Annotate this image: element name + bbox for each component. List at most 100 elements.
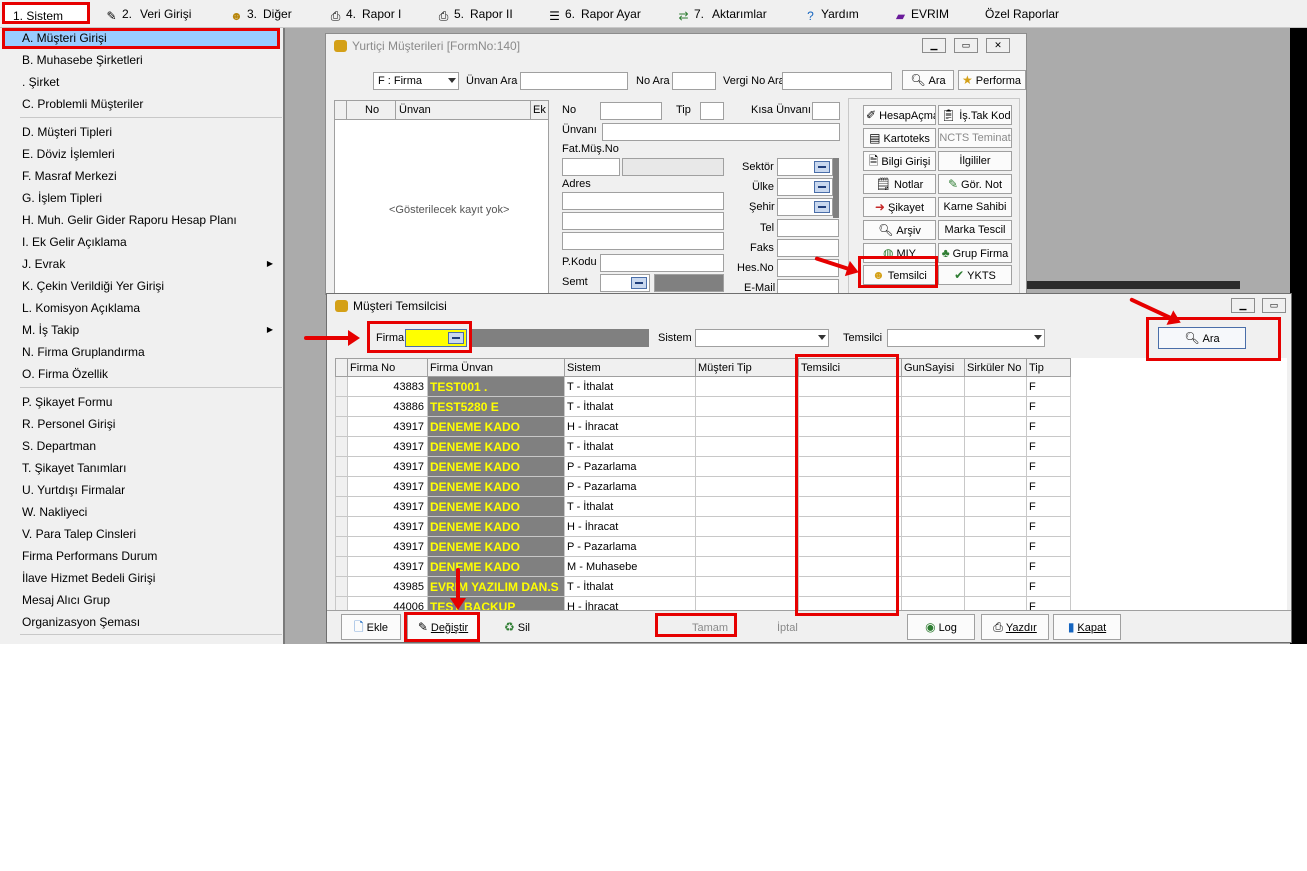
menuitem-organizasyon-semasi[interactable]: Organizasyon Şeması <box>22 612 140 632</box>
tip-input[interactable] <box>700 102 724 120</box>
menuitem-muhasebe-sirketleri[interactable]: B. Muhasebe Şirketleri <box>22 50 143 70</box>
col-sirkuler-no[interactable]: Sirküler No <box>964 358 1027 377</box>
ykts-button[interactable]: ✔ YKTS <box>938 265 1012 285</box>
table-row[interactable]: 43883 TEST001 .T - İthalat F <box>335 376 1071 397</box>
menuitem-firma-ozellik[interactable]: O. Firma Özellik <box>22 364 108 384</box>
table-row[interactable]: 44006 TEST BACKUP H - İhracat F <box>335 596 1071 610</box>
unvan-ara-input[interactable] <box>520 72 628 90</box>
menu-sistem[interactable]: 1. Sistem <box>2 2 90 24</box>
marka-tescil-button[interactable]: Marka Tescil <box>938 220 1012 240</box>
menuitem-sikayet-tanimlari[interactable]: T. Şikayet Tanımları <box>22 458 126 478</box>
table-row[interactable]: 43917 DENEME KADO M - Muhasebe F <box>335 556 1071 577</box>
menu-rapor-1[interactable]: ⎙ 4. Rapor I <box>328 5 402 23</box>
menu-aktarimlar[interactable]: ⇄ 7. Aktarımlar <box>676 5 766 23</box>
log-button[interactable]: ◉ Log <box>907 614 975 640</box>
menuitem-ek-gelir-aciklama[interactable]: I. Ek Gelir Açıklama <box>22 232 127 252</box>
table-row[interactable]: 43917 DENEME KADO T - İthalat F <box>335 496 1071 517</box>
menuitem-nakliyeci[interactable]: W. Nakliyeci <box>22 502 87 522</box>
table-row[interactable]: 43917 DENEME KADO H - İhracat F <box>335 416 1071 437</box>
ekle-button[interactable]: 🗋︎ Ekle <box>341 614 401 640</box>
lookup-icon[interactable] <box>814 161 830 173</box>
kisa-unvani-input[interactable] <box>812 102 840 120</box>
menuitem-gelir-gider-raporu[interactable]: H. Muh. Gelir Gider Raporu Hesap Planı <box>22 210 237 230</box>
menu-diger[interactable]: ☻ 3. Diğer <box>229 5 292 23</box>
adres-line-2[interactable] <box>562 212 724 230</box>
menuitem-doviz-islemleri[interactable]: E. Döviz İşlemleri <box>22 144 115 164</box>
bilgi-girisi-button[interactable]: 🗎︎ Bilgi Girişi <box>863 151 936 171</box>
menuitem-problemli-musteriler[interactable]: C. Problemli Müşteriler <box>22 94 143 114</box>
col-gun-sayisi[interactable]: GunSayisi <box>901 358 965 377</box>
is-tak-kod-button[interactable]: 📋︎ İş.Tak Kod <box>938 105 1012 125</box>
tel-input[interactable] <box>777 219 839 237</box>
arsiv-button[interactable]: 🔍︎ Arşiv <box>863 220 936 240</box>
grup-firma-button[interactable]: ♣ Grup Firma <box>938 243 1012 263</box>
menuitem-is-takip[interactable]: M. İş Takip <box>22 320 79 340</box>
col-tip[interactable]: Tip <box>1026 358 1071 377</box>
lookup-icon[interactable] <box>814 181 830 193</box>
menuitem-cekin-verildigi-yer[interactable]: K. Çekin Verildiği Yer Girişi <box>22 276 164 296</box>
minimize-button[interactable]: ▁ <box>922 38 946 53</box>
adres-line-3[interactable] <box>562 232 724 250</box>
iptal-button[interactable]: İptal <box>777 622 798 634</box>
menu-ozel-raporlar[interactable]: Özel Raporlar <box>985 5 1059 23</box>
table-row[interactable]: 43917 DENEME KADO H - İhracat F <box>335 516 1071 537</box>
no-ara-input[interactable] <box>672 72 716 90</box>
menuitem-personel-girisi[interactable]: R. Personel Girişi <box>22 414 115 434</box>
kartoteks-button[interactable]: ▤ Kartoteks <box>863 128 936 148</box>
gor-not-button[interactable]: ✎ Gör. Not <box>938 174 1012 194</box>
menu-yardim[interactable]: ? Yardım <box>803 5 859 23</box>
menuitem-departman[interactable]: S. Departman <box>22 436 96 456</box>
minimize-button[interactable]: ▁ <box>1231 298 1255 313</box>
menuitem-musteri-tipleri[interactable]: D. Müşteri Tipleri <box>22 122 112 142</box>
col-firma-no[interactable]: Firma No <box>347 358 428 377</box>
yazdir-button[interactable]: ⎙ Yazdır <box>981 614 1049 640</box>
performa-button[interactable]: ★ Performa <box>958 70 1026 90</box>
ncts-teminat-button[interactable]: NCTS Teminat <box>938 128 1012 148</box>
sil-button[interactable]: ♻ Sil <box>485 614 549 640</box>
table-row[interactable]: 43917 DENEME KADO T - İthalat F <box>335 436 1071 457</box>
menu-evrim[interactable]: ▰ EVRIM <box>893 5 949 23</box>
table-row[interactable]: 43886 TEST5280 ET - İthalat F <box>335 396 1071 417</box>
ara-button[interactable]: 🔍︎ Ara <box>902 70 954 90</box>
customer-list[interactable]: No Ünvan Ek <Gösterilecek kayıt yok> <box>334 100 549 296</box>
col-firma-unvan[interactable]: Firma Ünvan <box>427 358 565 377</box>
sehir-input[interactable] <box>777 198 833 216</box>
menuitem-evrak[interactable]: J. Evrak <box>22 254 65 274</box>
menuitem-komisyon-aciklama[interactable]: L. Komisyon Açıklama <box>22 298 140 318</box>
menuitem-masraf-merkezi[interactable]: F. Masraf Merkezi <box>22 166 117 186</box>
menuitem-musteri-girisi[interactable]: A. Müşteri Girişi <box>22 28 107 48</box>
menuitem-ilave-hizmet-bedeli[interactable]: İlave Hizmet Bedeli Girişi <box>22 568 155 588</box>
table-row[interactable]: 43917 DENEME KADO P - Pazarlama F <box>335 536 1071 557</box>
menu-veri-girisi[interactable]: ✎ 2. Veri Girişi <box>104 5 191 23</box>
temsilci-combo[interactable] <box>887 329 1045 347</box>
menuitem-sirket[interactable]: . Şirket <box>22 72 59 92</box>
close-button[interactable]: ✕ <box>986 38 1010 53</box>
menuitem-islem-tipleri[interactable]: G. İşlem Tipleri <box>22 188 102 208</box>
unvani-input[interactable] <box>602 123 840 141</box>
table-row[interactable]: 43917 DENEME KADO P - Pazarlama F <box>335 456 1071 477</box>
sektor-input[interactable] <box>777 158 833 176</box>
maximize-button[interactable]: ▭ <box>954 38 978 53</box>
p-kodu-input[interactable] <box>600 254 724 272</box>
karne-sahibi-button[interactable]: Karne Sahibi <box>938 197 1012 217</box>
menu-rapor-ayar[interactable]: ☰ 6. Rapor Ayar <box>547 5 641 23</box>
menuitem-firma-performans[interactable]: Firma Performans Durum <box>22 546 157 566</box>
table-row[interactable]: 43985 EVRIM YAZILIM DAN.S T - İthalat F <box>335 576 1071 597</box>
semt-input[interactable] <box>600 274 650 292</box>
no-input[interactable] <box>600 102 662 120</box>
col-musteri-tip[interactable]: Müşteri Tip <box>695 358 799 377</box>
lookup-icon[interactable] <box>631 277 647 289</box>
ulke-input[interactable] <box>777 178 833 196</box>
menuitem-yurtdisi-firmalar[interactable]: U. Yurtdışı Firmalar <box>22 480 125 500</box>
filter-combo[interactable]: F : Firma <box>373 72 459 90</box>
menuitem-para-talep-cinsleri[interactable]: V. Para Talep Cinsleri <box>22 524 136 544</box>
hesap-acma-button[interactable]: ✐ HesapAçma <box>863 105 936 125</box>
lookup-icon[interactable] <box>814 201 830 213</box>
sikayet-button[interactable]: ➜ Şikayet <box>863 197 936 217</box>
menuitem-sikayet-formu[interactable]: P. Şikayet Formu <box>22 392 112 412</box>
sistem-combo[interactable] <box>695 329 829 347</box>
maximize-button[interactable]: ▭ <box>1262 298 1286 313</box>
notlar-button[interactable]: 🗒︎ Notlar <box>863 174 936 194</box>
fat-mus-no-input[interactable] <box>562 158 620 176</box>
menuitem-mesaj-alici-grup[interactable]: Mesaj Alıcı Grup <box>22 590 110 610</box>
